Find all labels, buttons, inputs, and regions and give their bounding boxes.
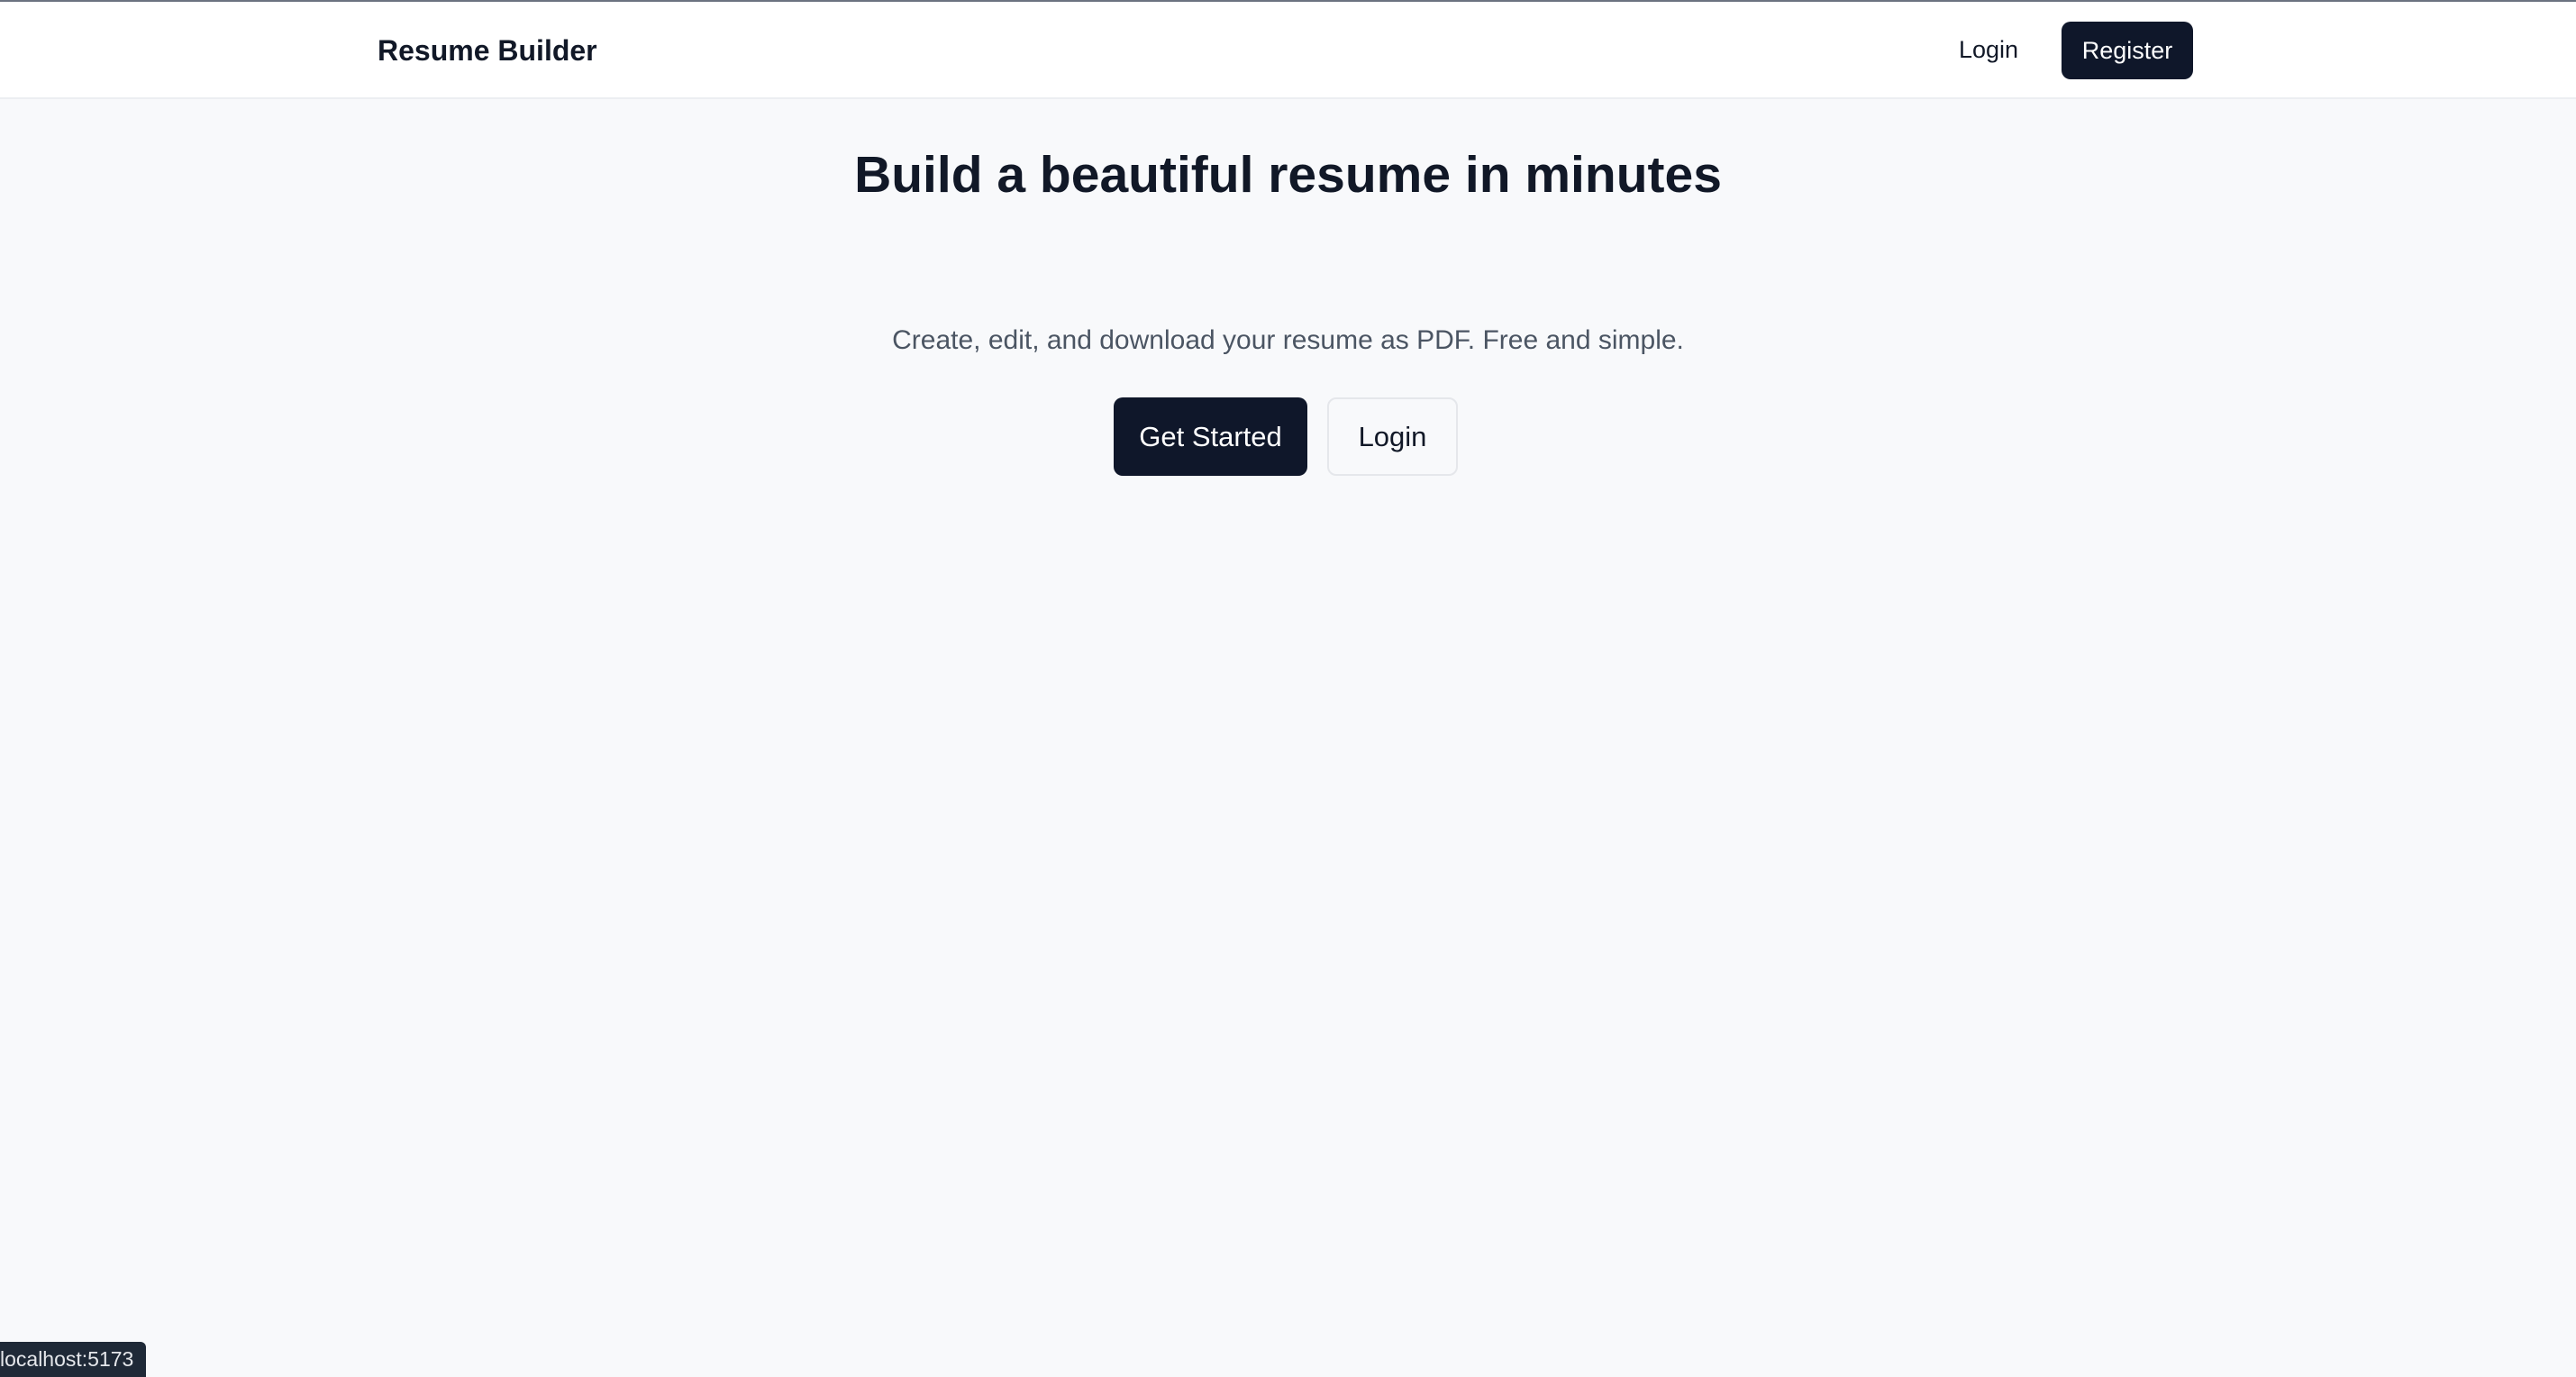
hero-subtitle: Create, edit, and download your resume a…: [892, 325, 1684, 355]
status-bar-url: localhost:5173: [0, 1342, 147, 1377]
nav-login-button[interactable]: Login: [1935, 22, 2042, 78]
get-started-button[interactable]: Get Started: [1114, 397, 1307, 476]
brand-logo-text[interactable]: Resume Builder: [378, 29, 597, 72]
navbar: Resume Builder Login Register: [0, 2, 2576, 99]
nav-register-button[interactable]: Register: [2062, 22, 2193, 79]
hero-login-button[interactable]: Login: [1327, 397, 1458, 476]
hero-title: Build a beautiful resume in minutes: [854, 146, 1722, 204]
